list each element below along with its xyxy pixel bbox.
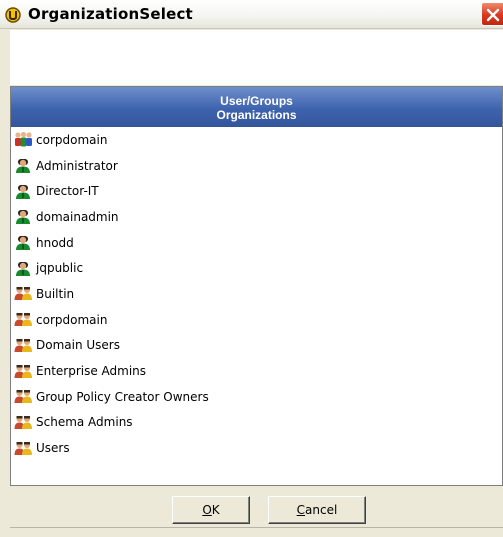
list-item[interactable]: Enterprise Admins	[11, 358, 502, 384]
list-item[interactable]: corpdomain	[11, 307, 502, 333]
list-item[interactable]: jqpublic	[11, 255, 502, 281]
list-item-label: Schema Admins	[36, 415, 133, 430]
list-item-label: jqpublic	[36, 261, 84, 276]
ok-button[interactable]: OK	[172, 496, 250, 524]
list-item-label: Administrator	[36, 158, 118, 173]
list-item-label: corpdomain	[36, 312, 108, 327]
list-item-label: hnodd	[36, 235, 74, 250]
list-item[interactable]: corpdomain	[11, 127, 502, 153]
user-icon	[14, 234, 33, 251]
header-line-1: User/Groups	[220, 94, 293, 108]
header-line-2: Organizations	[216, 108, 297, 122]
cancel-label: ancel	[305, 503, 338, 517]
list-item[interactable]: Group Policy Creator Owners	[11, 384, 502, 410]
group-icon	[14, 285, 33, 302]
group-icon	[14, 363, 33, 380]
list-item-label: domainadmin	[36, 209, 119, 224]
organization-list: corpdomain Administrator Director-IT domain…	[11, 127, 502, 461]
list-item[interactable]: domainadmin	[11, 204, 502, 230]
group-icon	[14, 337, 33, 354]
panel-header: User/Groups Organizations	[11, 87, 502, 127]
list-item-label: Users	[36, 441, 70, 456]
cancel-button[interactable]: Cancel	[268, 496, 366, 524]
ok-mnemonic: O	[202, 503, 212, 517]
ok-label: K	[211, 503, 220, 517]
group-icon	[14, 440, 33, 457]
organization-app-icon	[4, 6, 22, 24]
list-item[interactable]: Builtin	[11, 281, 502, 307]
user-icon	[14, 260, 33, 277]
close-button[interactable]	[481, 2, 503, 26]
list-item-label: Domain Users	[36, 338, 120, 353]
organization-list-panel: User/Groups Organizations corpdomain Admi…	[10, 86, 503, 486]
list-item-label: Group Policy Creator Owners	[36, 389, 209, 404]
group-icon	[14, 388, 33, 405]
list-item[interactable]: Director-IT	[11, 178, 502, 204]
user-icon	[14, 208, 33, 225]
list-item[interactable]: Users	[11, 435, 502, 461]
window-title: OrganizationSelect	[28, 5, 193, 23]
list-item[interactable]: hnodd	[11, 230, 502, 256]
user-icon	[14, 157, 33, 174]
blank-area	[10, 30, 503, 85]
close-icon	[486, 8, 500, 22]
cancel-mnemonic: C	[296, 503, 306, 517]
status-divider	[10, 527, 503, 528]
list-item[interactable]: Domain Users	[11, 333, 502, 359]
domain-icon	[14, 131, 33, 148]
list-item-label: Enterprise Admins	[36, 364, 147, 379]
list-item[interactable]: Schema Admins	[11, 410, 502, 436]
group-icon	[14, 414, 33, 431]
title-bar: OrganizationSelect	[0, 0, 503, 29]
list-item-label: Director-IT	[36, 184, 99, 199]
list-item[interactable]: Administrator	[11, 153, 502, 179]
list-item-label: corpdomain	[36, 132, 108, 147]
user-icon	[14, 183, 33, 200]
group-icon	[14, 311, 33, 328]
list-item-label: Builtin	[36, 286, 75, 301]
